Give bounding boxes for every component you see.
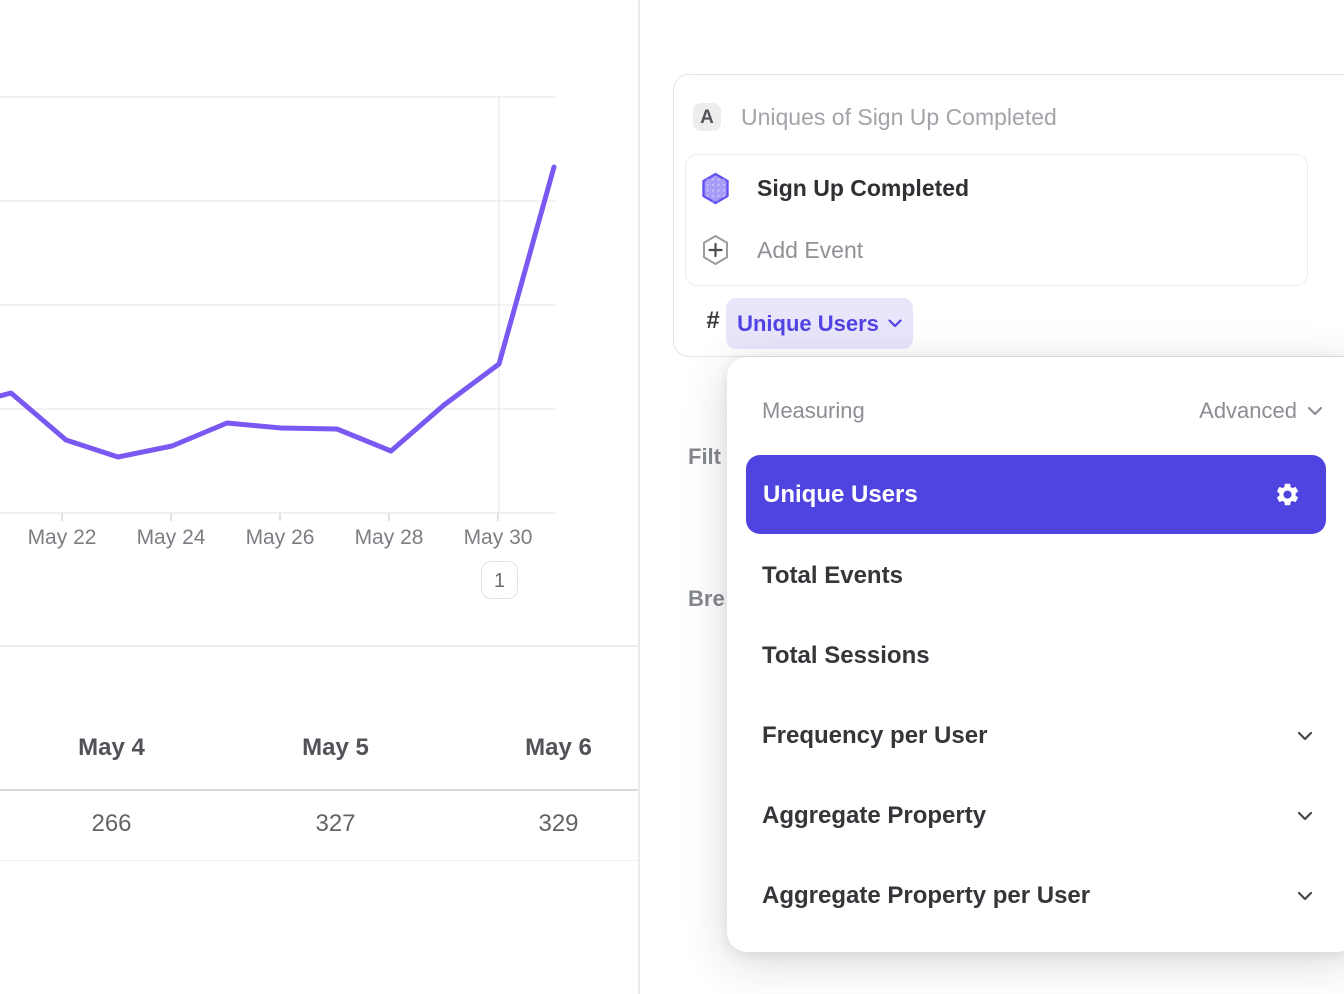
- chevron-down-icon: [1297, 891, 1313, 901]
- menu-item-label: Aggregate Property: [762, 776, 986, 856]
- table-column-header: May 5: [224, 734, 447, 762]
- table-row-divider: [0, 860, 639, 861]
- measurement-selector-label: Unique Users: [737, 311, 879, 337]
- table-cell-value: 266: [0, 810, 223, 838]
- menu-item-label: Aggregate Property per User: [762, 856, 1090, 936]
- uniques-line-chart: May 22 May 24 May 26 May 28 May 30: [0, 0, 639, 645]
- measuring-mode-label: Advanced: [1199, 398, 1297, 424]
- menu-item-unique-users-selected[interactable]: Unique Users: [746, 455, 1326, 534]
- table-cell-value: 329: [447, 810, 670, 838]
- x-axis-tick-label: May 22: [28, 526, 97, 549]
- measuring-mode-selector[interactable]: Advanced: [1199, 398, 1323, 424]
- menu-item-label: Frequency per User: [762, 696, 987, 776]
- section-divider: [0, 645, 639, 647]
- menu-item-frequency-per-user[interactable]: Frequency per User: [727, 696, 1344, 776]
- pagination-page-button[interactable]: 1: [481, 561, 518, 599]
- series-line: [0, 167, 554, 457]
- table-column-header: May 6: [447, 734, 670, 762]
- x-axis-tick-label: May 24: [137, 526, 206, 549]
- x-axis-tick-label: May 28: [355, 526, 424, 549]
- chart-panel: May 22 May 24 May 26 May 28 May 30 1 May 4 M…: [0, 0, 639, 994]
- menu-item-label: Total Events: [762, 536, 903, 616]
- x-axis-tick-label: May 30: [464, 526, 533, 549]
- chevron-down-icon: [1297, 731, 1313, 741]
- metric-title: Uniques of Sign Up Completed: [741, 103, 1057, 131]
- menu-item-label: Unique Users: [763, 455, 918, 534]
- metric-card: A Uniques of Sign Up Completed Sign Up C…: [673, 74, 1344, 357]
- menu-item-aggregate-property-per-user[interactable]: Aggregate Property per User: [727, 856, 1344, 936]
- menu-item-aggregate-property[interactable]: Aggregate Property: [727, 776, 1344, 856]
- menu-item-total-sessions[interactable]: Total Sessions: [727, 616, 1344, 696]
- measuring-dropdown-menu: Measuring Advanced Unique Users Total Ev…: [727, 357, 1344, 952]
- series-a-badge: A: [693, 103, 721, 131]
- menu-item-label: Total Sessions: [762, 616, 930, 696]
- event-row-sign-up-completed[interactable]: Sign Up Completed: [686, 157, 1306, 219]
- chevron-down-icon: [1307, 406, 1323, 416]
- panel-divider: [638, 0, 640, 994]
- event-name-label: Sign Up Completed: [757, 157, 969, 219]
- measurement-selector-button[interactable]: Unique Users: [726, 298, 913, 349]
- x-axis-tick-label: May 26: [246, 526, 315, 549]
- table-header-divider: [0, 789, 639, 791]
- menu-item-total-events[interactable]: Total Events: [727, 536, 1344, 616]
- gear-icon[interactable]: [1274, 481, 1301, 508]
- add-event-label: Add Event: [757, 219, 863, 281]
- event-list-card: Sign Up Completed Add Event: [685, 154, 1308, 286]
- filter-section-label: Filt: [688, 444, 721, 470]
- metric-type-symbol: #: [702, 307, 724, 335]
- breakdown-section-label: Bre: [688, 586, 725, 612]
- chevron-down-icon: [888, 319, 902, 328]
- add-event-plus-icon: [700, 234, 731, 266]
- table-column-header: May 4: [0, 734, 223, 762]
- chevron-down-icon: [1297, 811, 1313, 821]
- event-hexagon-icon: [700, 172, 731, 205]
- add-event-button[interactable]: Add Event: [686, 219, 1306, 281]
- measuring-header-label: Measuring: [762, 398, 865, 424]
- table-cell-value: 327: [224, 810, 447, 838]
